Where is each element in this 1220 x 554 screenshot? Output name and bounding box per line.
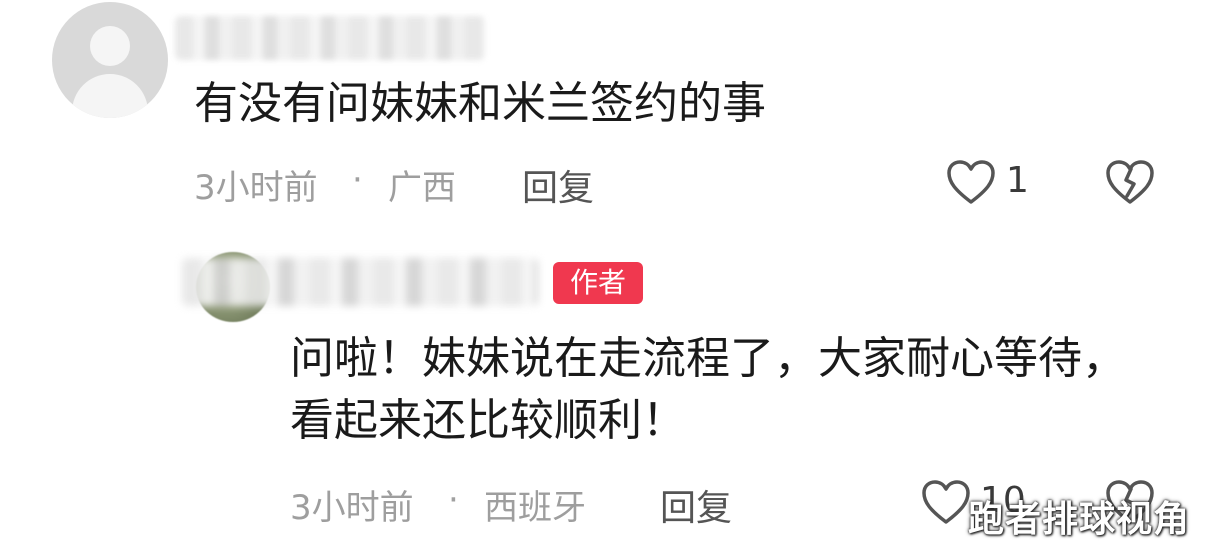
blurred-username[interactable] [175, 16, 485, 60]
reply-location: 西班牙 [484, 488, 586, 528]
blurred-username[interactable] [182, 258, 538, 306]
comment-text: 有没有问妹妹和米兰签约的事 [194, 78, 766, 129]
like-count: 1 [1006, 160, 1029, 201]
reply-button[interactable]: 回复 [660, 479, 732, 531]
broken-heart-icon[interactable] [1104, 158, 1156, 206]
comment-item: 有没有问妹妹和米兰签约的事 3小时前 · 广西 回复 1 [0, 0, 1220, 240]
default-avatar-icon[interactable] [52, 2, 168, 118]
reply-button[interactable]: 回复 [522, 159, 594, 211]
meta-separator: · [352, 160, 363, 200]
author-badge: 作者 [553, 262, 643, 304]
comment-time: 3小时前 [194, 168, 318, 208]
comment-location: 广西 [388, 168, 456, 208]
reply-text: 问啦！妹妹说在走流程了，大家耐心等待，看起来还比较顺利！ [290, 333, 1126, 446]
meta-separator: · [448, 480, 459, 520]
reply-time: 3小时前 [290, 488, 414, 528]
watermark: 跑者排球视角 [968, 499, 1191, 540]
heart-outline-icon[interactable] [920, 478, 972, 526]
heart-outline-icon[interactable] [945, 158, 997, 206]
